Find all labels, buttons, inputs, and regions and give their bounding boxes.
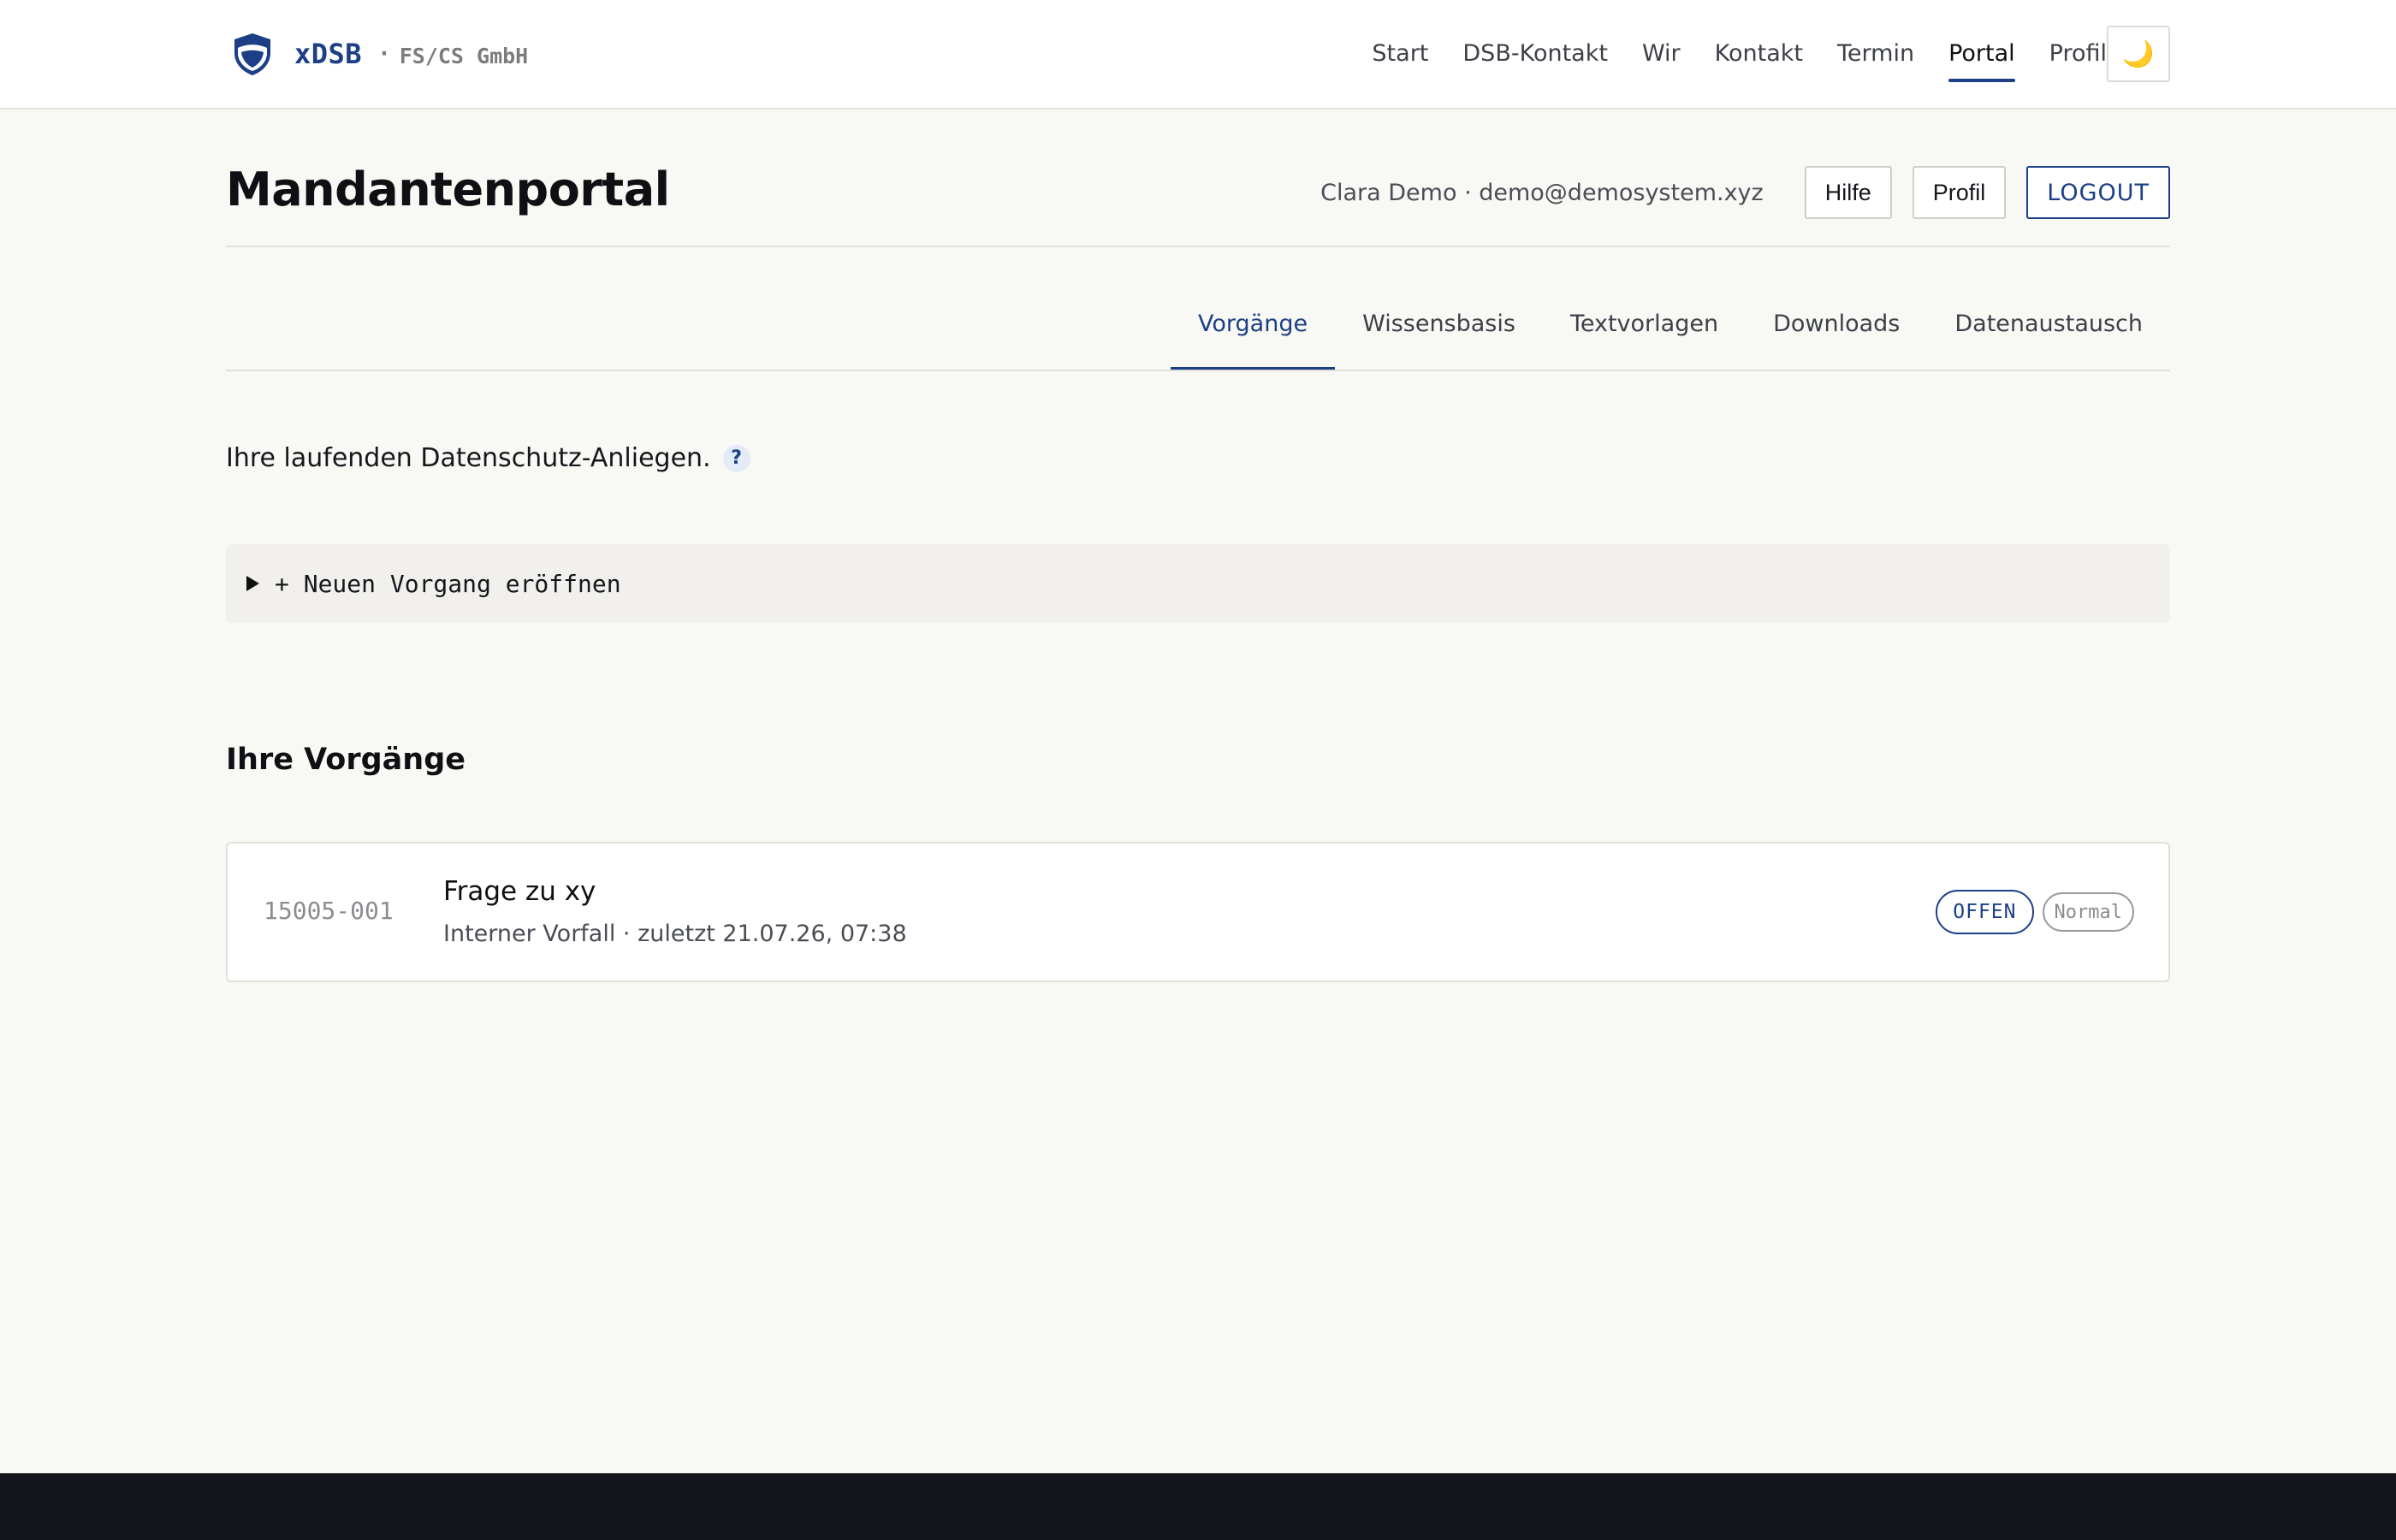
tabs-divider xyxy=(226,370,2170,371)
theme-toggle-button[interactable]: 🌙 xyxy=(2107,26,2170,82)
tab-vorgaenge[interactable]: Vorgänge xyxy=(1171,295,1336,370)
tab-wissensbasis[interactable]: Wissensbasis xyxy=(1335,295,1543,370)
shield-icon xyxy=(234,33,270,75)
disclosure-triangle-icon xyxy=(246,576,259,591)
brand-name: xDSB xyxy=(294,38,363,70)
new-case-disclosure[interactable]: + Neuen Vorgang eröffnen xyxy=(226,544,2170,623)
intro-text: Ihre laufenden Datenschutz-Anliegen. xyxy=(226,443,711,473)
user-bar: Clara Demo · demo@demosystem.xyz Hilfe P… xyxy=(1320,166,2170,219)
page-title: Mandantenportal xyxy=(226,163,670,216)
intro: Ihre laufenden Datenschutz-Anliegen. ? xyxy=(226,443,750,473)
tab-downloads[interactable]: Downloads xyxy=(1746,295,1927,370)
site-header: xDSB · FS/CS GmbH Start DSB-Kontakt Wir … xyxy=(0,0,2396,110)
user-info: Clara Demo · demo@demosystem.xyz xyxy=(1320,179,1764,206)
brand-company: FS/CS GmbH xyxy=(399,43,529,68)
nav-wir[interactable]: Wir xyxy=(1642,26,1681,82)
brand[interactable]: xDSB · FS/CS GmbH xyxy=(229,26,528,82)
priority-badge: Normal xyxy=(2042,892,2134,932)
brand-separator: · xyxy=(377,41,391,67)
case-title: Frage zu xy xyxy=(443,876,596,907)
nav-portal[interactable]: Portal xyxy=(1948,26,2015,82)
portal-tabs: Vorgänge Wissensbasis Textvorlagen Downl… xyxy=(1171,295,2170,370)
nav-kontakt[interactable]: Kontakt xyxy=(1715,26,1803,82)
site-footer xyxy=(0,1473,2396,1540)
nav-start[interactable]: Start xyxy=(1372,26,1428,82)
logout-button[interactable]: LOGOUT xyxy=(2026,166,2170,219)
help-icon[interactable]: ? xyxy=(722,444,750,472)
nav-profil[interactable]: Profil xyxy=(2049,26,2107,82)
divider xyxy=(226,246,2170,247)
profile-button[interactable]: Profil xyxy=(1912,166,2007,219)
tab-datenaustausch[interactable]: Datenaustausch xyxy=(1927,295,2170,370)
nav-termin[interactable]: Termin xyxy=(1837,26,1914,82)
tab-textvorlagen[interactable]: Textvorlagen xyxy=(1543,295,1746,370)
new-case-label: + Neuen Vorgang eröffnen xyxy=(275,569,621,598)
moon-icon: 🌙 xyxy=(2122,39,2155,68)
help-button[interactable]: Hilfe xyxy=(1804,166,1892,219)
nav-dsb-kontakt[interactable]: DSB-Kontakt xyxy=(1462,26,1608,82)
cases-section-title: Ihre Vorgänge xyxy=(226,743,466,777)
case-meta: Interner Vorfall · zuletzt 21.07.26, 07:… xyxy=(443,921,907,947)
status-badge: OFFEN xyxy=(1936,890,2034,934)
main-nav: Start DSB-Kontakt Wir Kontakt Termin Por… xyxy=(1337,26,2107,82)
case-id: 15005-001 xyxy=(264,897,394,925)
case-badges: OFFEN Normal xyxy=(1936,890,2134,934)
case-card[interactable]: 15005-001 Frage zu xy Interner Vorfall ·… xyxy=(226,842,2170,982)
